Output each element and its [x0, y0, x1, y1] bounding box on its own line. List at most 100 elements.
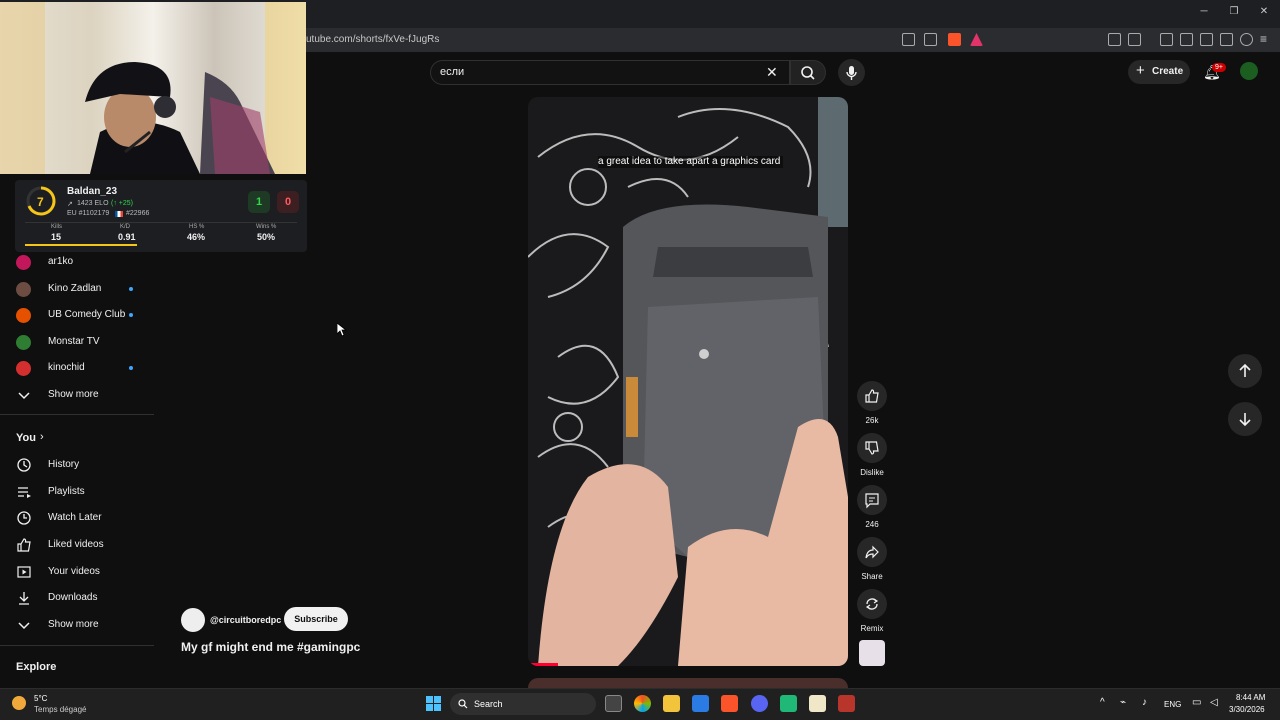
like-button[interactable]: [857, 381, 887, 411]
restore-icon[interactable]: ❐: [1227, 6, 1241, 17]
menu-icon[interactable]: ≡: [1260, 32, 1267, 46]
subscribe-button[interactable]: Subscribe: [284, 607, 348, 631]
level-value: 7: [37, 195, 44, 209]
language-indicator[interactable]: ENG: [1164, 700, 1181, 709]
wallet-icon[interactable]: [1200, 33, 1213, 46]
sidebar-item-history[interactable]: History: [0, 452, 154, 478]
url-text[interactable]: utube.com/shorts/fxVe-fJugRs: [306, 34, 439, 45]
sidebar-you-heading[interactable]: You ›: [0, 426, 154, 452]
close-icon[interactable]: ✕: [1257, 6, 1271, 17]
network-icon[interactable]: ⌁: [1120, 697, 1126, 708]
clock-date[interactable]: 3/30/2026: [1229, 705, 1265, 714]
weather-desc[interactable]: Temps dégagé: [34, 705, 86, 714]
display-icon[interactable]: ▭: [1192, 697, 1201, 708]
search-input[interactable]: [430, 60, 790, 85]
sidebar-item-your-videos[interactable]: Your videos: [0, 559, 154, 585]
microphone-tray-icon[interactable]: ♪: [1142, 697, 1147, 708]
minimize-icon[interactable]: ─: [1197, 6, 1211, 17]
channel-avatar: [16, 361, 31, 376]
elo-change: (↑ +25): [111, 200, 133, 207]
clear-search-icon[interactable]: ✕: [766, 64, 778, 81]
copilot-icon[interactable]: [634, 695, 651, 712]
previous-short-button[interactable]: [1228, 354, 1262, 388]
file-explorer-icon[interactable]: [663, 695, 680, 712]
sidebar-item-kinochid[interactable]: kinochid: [0, 355, 154, 381]
sidebar-item-ar1ko[interactable]: ar1ko: [0, 249, 154, 275]
channel-name[interactable]: @circuitboredpc: [210, 615, 281, 625]
stream-stats-panel: 7 Baldan_23 ↗ 1423 ELO (↑ +25) EU #11021…: [15, 180, 307, 252]
sidebar-item-label: UB Comedy Club: [48, 309, 126, 320]
stat-label: Wins %: [256, 224, 277, 230]
reader-icon[interactable]: [1128, 33, 1141, 46]
media-icon[interactable]: [1160, 33, 1173, 46]
history-icon: [17, 458, 31, 472]
sidebar-item-ub-comedy-club[interactable]: UB Comedy Club: [0, 302, 154, 328]
sidebar-item-kino-zadlan[interactable]: Kino Zadlan: [0, 276, 154, 302]
next-short-button[interactable]: [1228, 402, 1262, 436]
comments-button[interactable]: [857, 485, 887, 515]
weather-icon[interactable]: [12, 696, 26, 710]
sidebar-item-label: History: [48, 459, 80, 470]
shorts-video-player[interactable]: [528, 97, 848, 666]
sidebar-item-playlists[interactable]: Playlists: [0, 479, 154, 505]
task-view-icon[interactable]: [605, 695, 622, 712]
region-rank: EU #1102179: [67, 210, 110, 217]
notes-app-icon[interactable]: [809, 695, 826, 712]
webcam-overlay: [0, 2, 306, 174]
new-content-dot: [129, 287, 133, 291]
windows-start-icon[interactable]: [426, 696, 441, 711]
clock-time[interactable]: 8:44 AM: [1236, 693, 1265, 702]
volume-icon[interactable]: ◁: [1210, 697, 1218, 708]
cast-icon[interactable]: [902, 33, 915, 46]
video-title[interactable]: My gf might end me #gamingpc: [181, 640, 360, 654]
clock-icon: [17, 511, 31, 525]
brave-browser-icon[interactable]: [721, 695, 738, 712]
chevron-up-icon[interactable]: ^: [1100, 697, 1105, 708]
share-button[interactable]: [857, 537, 887, 567]
sidebar-toggle-icon[interactable]: [1180, 33, 1193, 46]
wins-count: 1: [248, 191, 270, 213]
extensions-icon[interactable]: [1108, 33, 1121, 46]
faceit-icon[interactable]: [838, 695, 855, 712]
sound-thumbnail[interactable]: [859, 640, 885, 666]
dislike-label: Dislike: [860, 468, 884, 477]
divider: [0, 645, 154, 646]
taskbar-search[interactable]: [450, 693, 596, 715]
search-button[interactable]: [790, 60, 826, 85]
stat-label: HS %: [189, 224, 205, 230]
divider: [25, 222, 297, 223]
france-flag-icon: [115, 211, 123, 217]
app-icon[interactable]: [780, 695, 797, 712]
sidebar-item-monstar-tv[interactable]: Monstar TV: [0, 329, 154, 355]
voice-search-button[interactable]: [838, 59, 865, 86]
remix-icon: [865, 598, 879, 610]
leo-ai-icon[interactable]: [1220, 33, 1233, 46]
dislike-button[interactable]: [857, 433, 887, 463]
stat-label: Kills: [51, 224, 63, 230]
mouse-cursor-icon: [337, 323, 347, 337]
sidebar-item-label: Downloads: [48, 592, 98, 603]
channel-avatar[interactable]: [181, 608, 205, 632]
store-icon[interactable]: [692, 695, 709, 712]
sidebar-show-more-you[interactable]: Show more: [0, 612, 154, 638]
sidebar-item-liked-videos[interactable]: Liked videos: [0, 532, 154, 558]
video-frame: [528, 97, 848, 666]
remix-button[interactable]: [857, 589, 887, 619]
sidebar-item-watch-later[interactable]: Watch Later: [0, 505, 154, 531]
brave-shields-icon[interactable]: [948, 33, 961, 46]
vpn-icon[interactable]: [1240, 33, 1253, 46]
search-icon: [458, 699, 468, 709]
avatar[interactable]: [1240, 62, 1258, 80]
sidebar-item-label: Watch Later: [48, 512, 102, 523]
plus-icon: +: [1136, 62, 1145, 79]
trend-icon: ↗: [67, 201, 73, 208]
discord-icon[interactable]: [751, 695, 768, 712]
sidebar-item-downloads[interactable]: Downloads: [0, 585, 154, 611]
sidebar-show-more[interactable]: Show more: [0, 382, 154, 408]
country-rank: #22966: [126, 210, 150, 217]
sidebar-item-label: Your videos: [48, 566, 100, 577]
share-page-icon[interactable]: [924, 33, 937, 46]
search-input-value[interactable]: если: [440, 66, 464, 78]
sidebar-item-label: Show more: [48, 389, 99, 400]
weather-temp[interactable]: 5°C: [34, 694, 47, 703]
